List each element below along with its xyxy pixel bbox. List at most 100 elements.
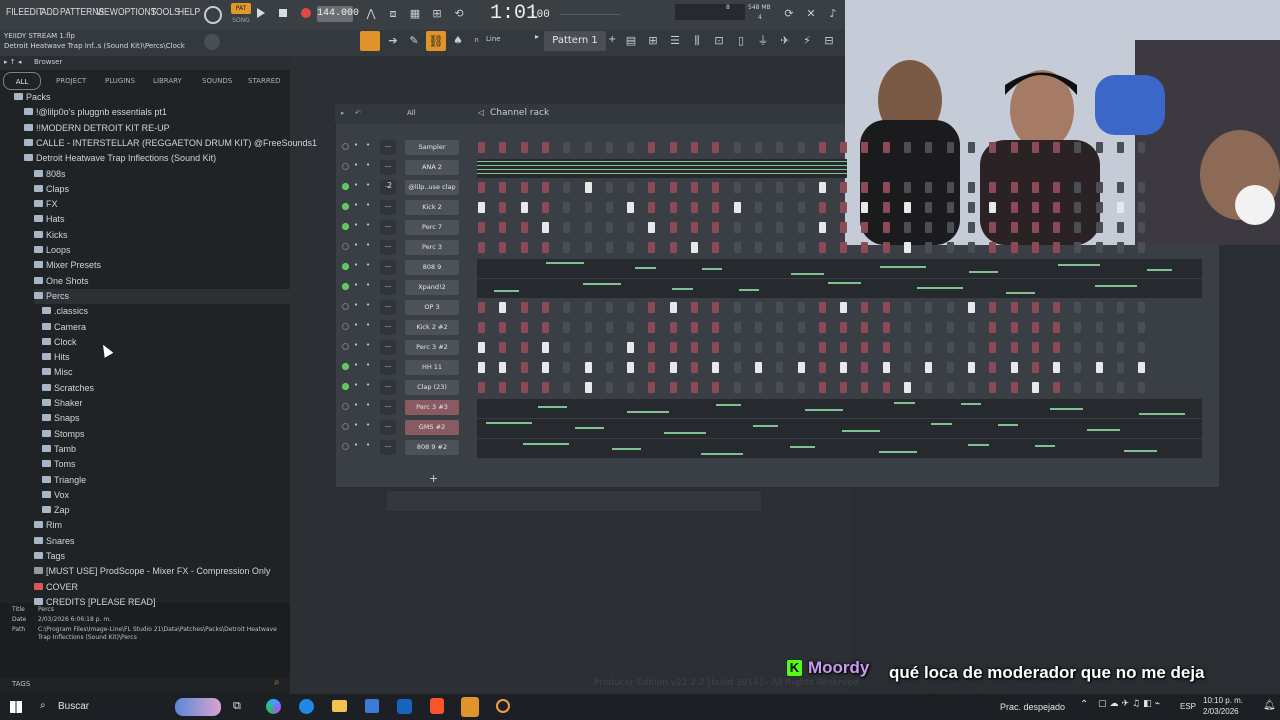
step-button[interactable] xyxy=(904,222,911,233)
step-button[interactable] xyxy=(882,202,890,213)
step-button[interactable] xyxy=(818,242,826,253)
step-button[interactable] xyxy=(478,382,485,393)
step-button[interactable] xyxy=(1010,342,1018,353)
step-button[interactable] xyxy=(1010,242,1018,253)
step-button[interactable] xyxy=(1138,142,1146,153)
step-button[interactable] xyxy=(861,222,869,233)
step-button[interactable] xyxy=(563,142,571,153)
channel-rack-icon[interactable]: ☰ xyxy=(666,32,684,50)
channel-volume-knob-icon[interactable]: • xyxy=(366,401,370,409)
step-button[interactable] xyxy=(840,142,848,153)
step-button[interactable] xyxy=(967,202,975,213)
channel-track-number[interactable]: 2 xyxy=(387,181,392,190)
step-button[interactable] xyxy=(541,302,549,313)
tree-pack[interactable]: !!MODERN DETROIT KIT RE-UP xyxy=(24,121,170,136)
tag-search-icon[interactable]: ⌕ xyxy=(274,677,280,688)
step-button[interactable] xyxy=(733,202,741,213)
step-button[interactable] xyxy=(967,222,975,233)
step-button[interactable] xyxy=(627,302,635,313)
step-button[interactable] xyxy=(712,302,720,313)
step-button[interactable] xyxy=(989,322,997,333)
tree-folder[interactable]: 808s xyxy=(34,167,66,182)
step-button[interactable] xyxy=(1031,342,1039,353)
channel-volume-knob-icon[interactable]: • xyxy=(366,201,370,209)
channel-mixer-track[interactable]: — xyxy=(380,300,396,315)
tree-pack[interactable]: !@lilp0o's pluggnb essentials pt1 xyxy=(24,105,167,120)
step-button[interactable] xyxy=(776,322,784,333)
step-button[interactable] xyxy=(1095,302,1103,313)
step-button[interactable] xyxy=(776,182,784,193)
tree-folder[interactable]: Rim xyxy=(34,518,62,533)
step-button[interactable] xyxy=(499,222,507,233)
tree-folder[interactable]: Tags xyxy=(34,549,65,564)
step-button[interactable] xyxy=(1010,202,1018,213)
step-button[interactable] xyxy=(712,322,720,333)
channel-volume-knob-icon[interactable]: • xyxy=(366,341,370,349)
step-button[interactable] xyxy=(541,222,549,233)
channel-button[interactable]: Kick 2 #2 xyxy=(405,320,459,335)
step-button[interactable] xyxy=(563,362,571,373)
tray-icons[interactable]: ▢☁✈♫◧⌁ xyxy=(1098,699,1163,709)
piano-roll-preview[interactable] xyxy=(477,259,1202,278)
step-button[interactable] xyxy=(797,242,805,253)
step-button[interactable] xyxy=(989,342,997,353)
step-button[interactable] xyxy=(499,322,507,333)
step-button[interactable] xyxy=(989,182,997,193)
channel-pan-knob-icon[interactable]: • xyxy=(354,401,358,409)
step-button[interactable] xyxy=(989,302,997,313)
step-button[interactable] xyxy=(669,362,677,373)
step-button[interactable] xyxy=(818,222,826,233)
step-button[interactable] xyxy=(1031,222,1039,233)
step-button[interactable] xyxy=(1074,362,1082,373)
file-explorer-icon[interactable] xyxy=(332,700,347,712)
tree-perc-folder[interactable]: Misc xyxy=(42,365,73,380)
tree-file[interactable]: CREDITS [PLEASE READ] xyxy=(34,595,156,610)
channel-button[interactable]: HH 11 xyxy=(405,360,459,375)
step-button[interactable] xyxy=(904,382,911,393)
step-button[interactable] xyxy=(669,322,677,333)
step-button[interactable] xyxy=(499,302,507,313)
tree-perc-folder[interactable]: Clock xyxy=(42,335,77,350)
step-button[interactable] xyxy=(1010,142,1018,153)
rack-undo-icon[interactable]: ↶ xyxy=(355,109,361,117)
mixer-icon[interactable]: ⫼ xyxy=(688,32,706,50)
step-button[interactable] xyxy=(627,222,635,233)
channel-button[interactable]: 808 9 #2 xyxy=(405,440,459,455)
piano-roll-preview[interactable] xyxy=(477,439,1202,458)
clock-date[interactable]: 2/03/2026 xyxy=(1203,707,1239,716)
step-button[interactable] xyxy=(946,202,954,213)
step-button[interactable] xyxy=(520,182,528,193)
step-button[interactable] xyxy=(967,382,975,393)
step-button[interactable] xyxy=(520,362,528,373)
task-view-icon[interactable]: ⧉ xyxy=(233,699,241,713)
channel-button[interactable]: Kick 2 xyxy=(405,200,459,215)
channel-button[interactable]: Xpand!2 xyxy=(405,280,459,295)
step-button[interactable] xyxy=(925,302,933,313)
step-button[interactable] xyxy=(1074,182,1082,193)
step-button[interactable] xyxy=(478,302,485,313)
tree-perc-folder[interactable]: .classics xyxy=(42,304,88,319)
browser-nav-icon[interactable]: ▸ ↑ ◂ xyxy=(4,58,21,66)
channel-button[interactable]: Perc 3 #3 xyxy=(405,400,459,415)
tree-perc-folder[interactable]: Vox xyxy=(42,488,69,503)
step-button[interactable] xyxy=(1117,342,1124,353)
step-button[interactable] xyxy=(605,182,613,193)
step-button[interactable] xyxy=(520,302,528,313)
step-button[interactable] xyxy=(904,322,911,333)
step-button[interactable] xyxy=(925,362,933,373)
channel-mute-led[interactable] xyxy=(342,403,349,410)
step-button[interactable] xyxy=(1053,142,1061,153)
step-button[interactable] xyxy=(499,242,507,253)
tab-project[interactable]: PROJECT xyxy=(56,72,86,90)
step-button[interactable] xyxy=(904,202,911,213)
step-button[interactable] xyxy=(1031,362,1039,373)
step-button[interactable] xyxy=(1010,382,1018,393)
step-button[interactable] xyxy=(541,182,549,193)
step-button[interactable] xyxy=(882,382,890,393)
step-button[interactable] xyxy=(1074,342,1082,353)
step-button[interactable] xyxy=(669,242,677,253)
step-button[interactable] xyxy=(818,362,826,373)
step-button[interactable] xyxy=(882,222,890,233)
step-button[interactable] xyxy=(691,222,698,233)
step-button[interactable] xyxy=(499,382,507,393)
